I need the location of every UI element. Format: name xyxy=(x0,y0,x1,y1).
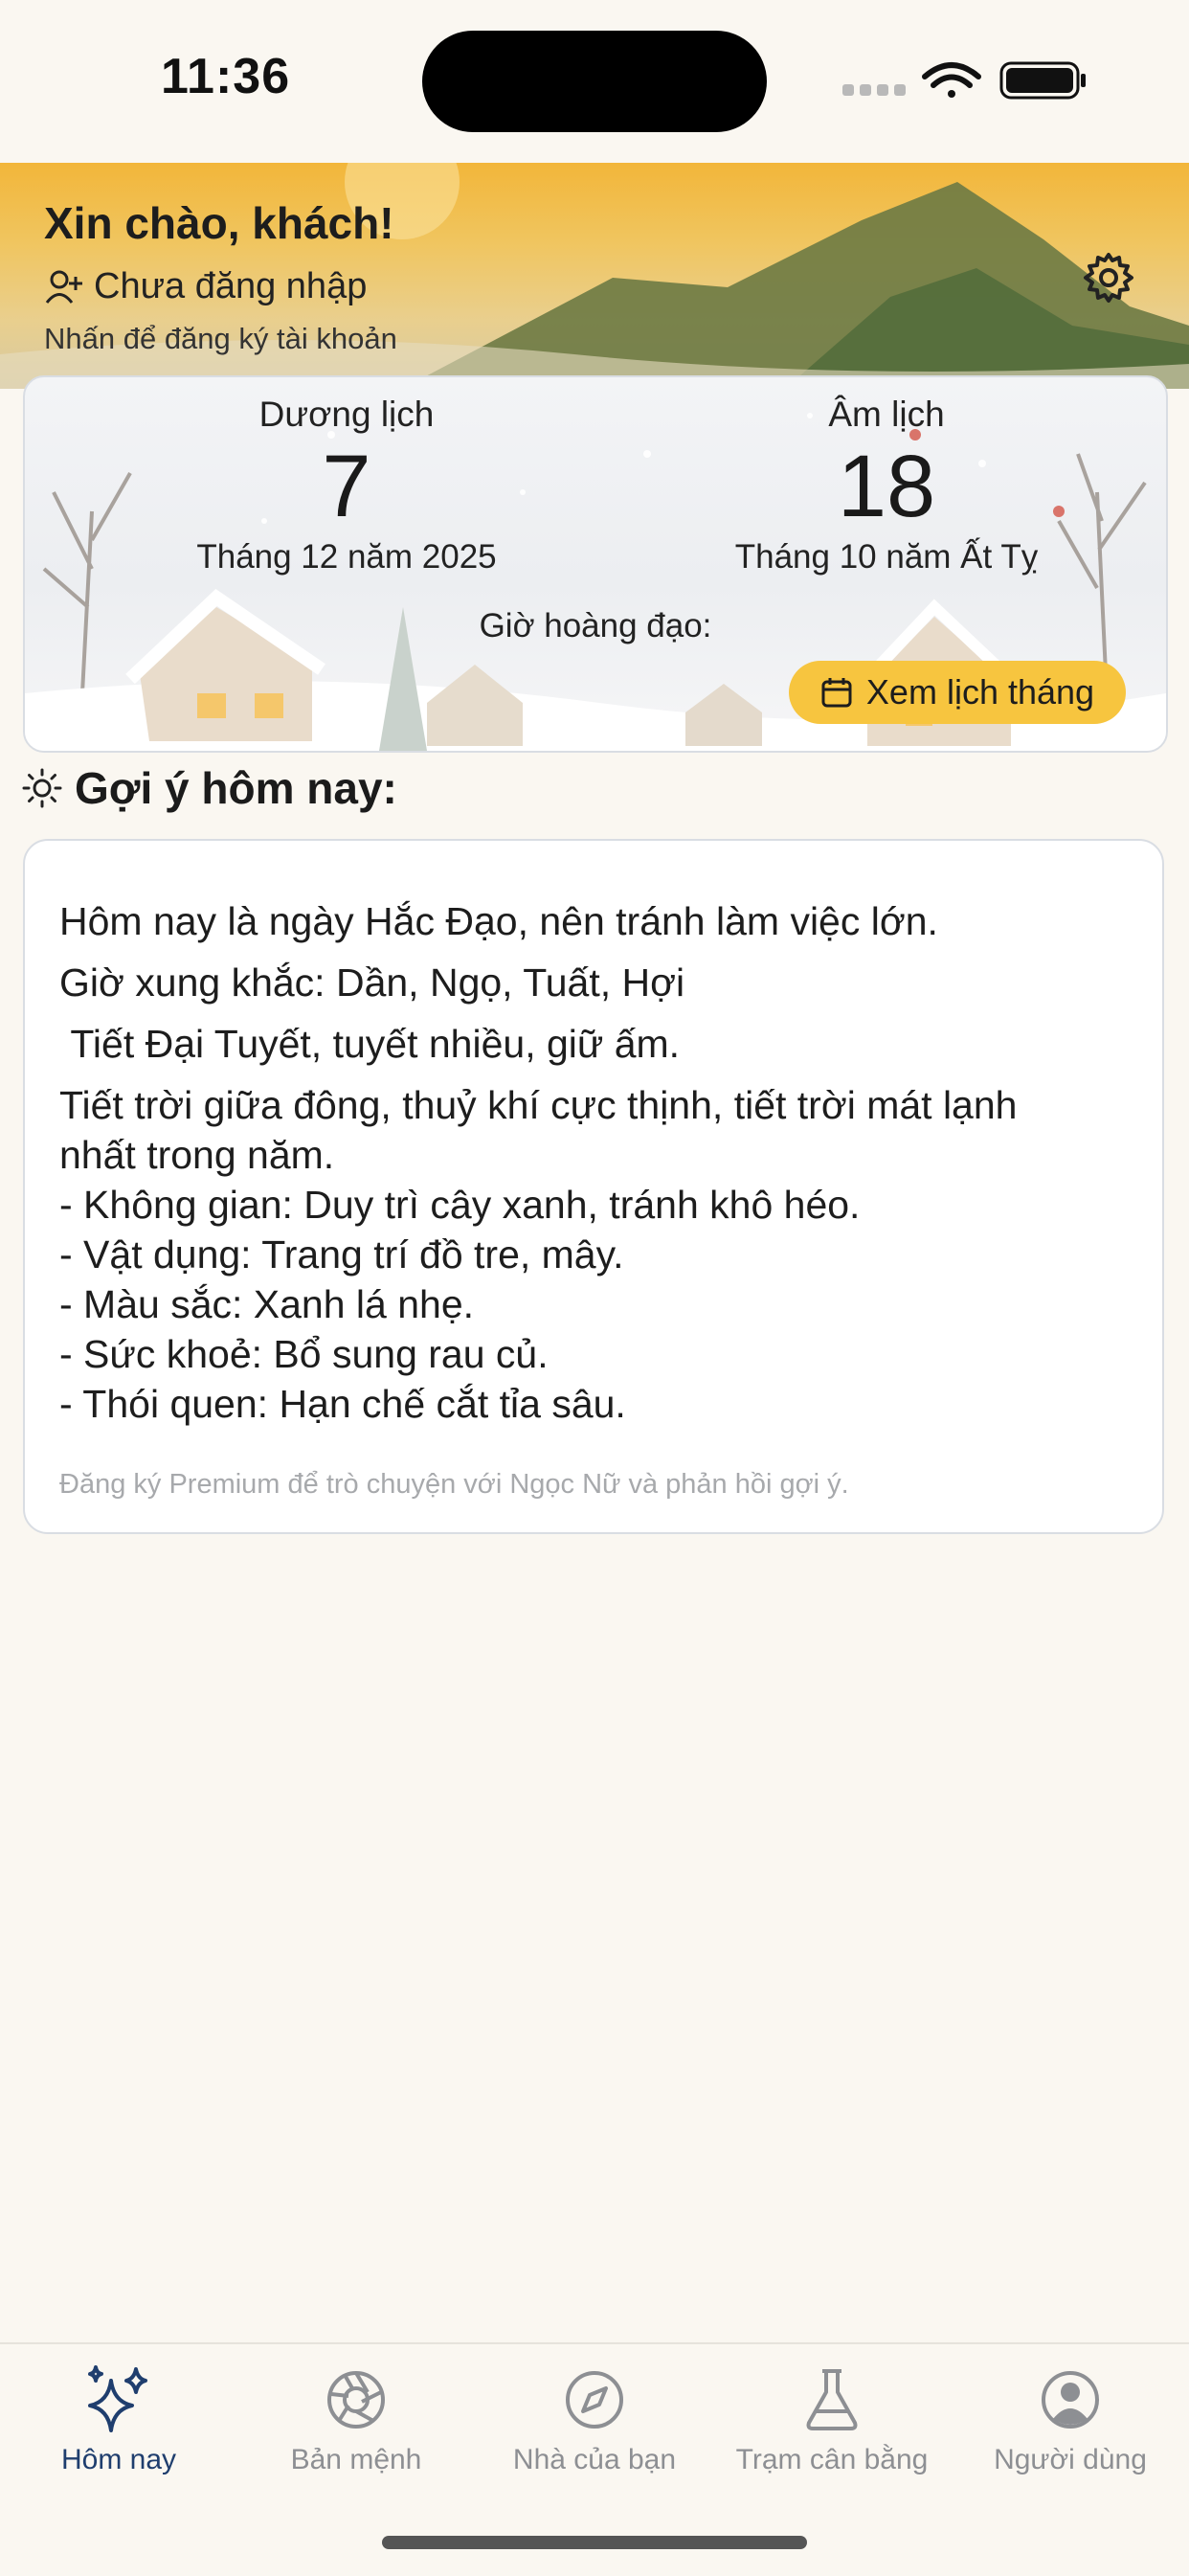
suggestion-line: nhất trong năm. xyxy=(59,1133,335,1177)
login-hint[interactable]: Nhấn để đăng ký tài khoản xyxy=(44,322,397,356)
calendar-icon xyxy=(821,678,852,708)
sun-icon xyxy=(22,768,62,808)
lunar-label: Âm lịch xyxy=(828,395,945,434)
profile-header[interactable]: Xin chào, khách! Chưa đăng nhập Nhấn để … xyxy=(0,163,1189,389)
battery-icon xyxy=(999,61,1086,100)
wifi-icon xyxy=(922,62,981,98)
status-time: 11:36 xyxy=(161,49,291,104)
tab-tram-can-bang[interactable]: Trạm cân bằng xyxy=(713,2363,951,2476)
home-indicator[interactable] xyxy=(382,2536,807,2549)
login-status[interactable]: Chưa đăng nhập xyxy=(44,266,367,307)
dynamic-island xyxy=(422,31,767,132)
suggestion-line: - Thói quen: Hạn chế cắt tỉa sâu. xyxy=(59,1382,626,1426)
suggestion-line: - Sức khoẻ: Bổ sung rau củ. xyxy=(59,1332,549,1376)
solar-month-year: Tháng 12 năm 2025 xyxy=(196,538,497,576)
greeting-text: Xin chào, khách! xyxy=(44,198,394,248)
suggestion-line: Giờ xung khắc: Dần, Ngọ, Tuất, Hợi xyxy=(59,960,685,1005)
user-circle-icon xyxy=(1042,2371,1099,2429)
compass-icon xyxy=(566,2371,623,2429)
solar-day: 7 xyxy=(322,438,371,535)
auspicious-hours-label: Giờ hoàng đạo: xyxy=(479,607,712,644)
calendar-card[interactable]: Dương lịch 7 Tháng 12 năm 2025 Âm lịch 1… xyxy=(23,375,1168,753)
suggestion-line: Tiết trời giữa đông, thuỷ khí cực thịnh,… xyxy=(59,1083,1018,1127)
view-month-button[interactable]: Xem lịch tháng xyxy=(789,661,1126,724)
suggestion-line: Hôm nay là ngày Hắc Đạo, nên tránh làm v… xyxy=(59,899,938,943)
lunar-day: 18 xyxy=(837,438,936,535)
status-icons xyxy=(842,56,1091,102)
aperture-icon xyxy=(327,2371,385,2429)
tab-label: Trạm cân bằng xyxy=(735,2444,929,2475)
tab-label: Nhà của bạn xyxy=(512,2444,677,2475)
premium-note[interactable]: Đăng ký Premium để trò chuyện với Ngọc N… xyxy=(59,1469,849,1501)
tab-label: Bản mệnh xyxy=(290,2444,422,2475)
suggestions-card: Hôm nay là ngày Hắc Đạo, nên tránh làm v… xyxy=(23,839,1164,1534)
login-status-label: Chưa đăng nhập xyxy=(94,266,368,306)
solar-date: Dương lịch 7 Tháng 12 năm 2025 xyxy=(146,395,548,576)
signal-icon xyxy=(842,84,906,96)
flask-icon xyxy=(806,2369,858,2430)
tab-hom-nay[interactable]: Hôm nay xyxy=(0,2363,237,2476)
gear-icon[interactable] xyxy=(1082,251,1135,305)
solar-label: Dương lịch xyxy=(258,395,435,434)
suggestion-line: - Vật dụng: Trang trí đồ tre, mây. xyxy=(59,1232,624,1277)
suggestion-line: - Màu sắc: Xanh lá nhẹ. xyxy=(59,1282,475,1326)
tab-label: Người dùng xyxy=(994,2444,1147,2475)
lunar-month-year: Tháng 10 năm Ất Tỵ xyxy=(734,538,1039,576)
suggestion-line: - Không gian: Duy trì cây xanh, tránh kh… xyxy=(59,1183,861,1227)
lunar-date: Âm lịch 18 Tháng 10 năm Ất Tỵ xyxy=(685,395,1088,576)
tab-nguoi-dung[interactable]: Người dùng xyxy=(952,2363,1189,2476)
view-month-label: Xem lịch tháng xyxy=(865,672,1095,712)
tab-label: Hôm nay xyxy=(60,2444,177,2475)
tab-nha-cua-ban[interactable]: Nhà của bạn xyxy=(476,2363,713,2476)
add-user-icon xyxy=(45,270,82,304)
sparkles-icon xyxy=(88,2365,147,2432)
suggestions-title: Gợi ý hôm nay: xyxy=(21,762,397,814)
status-bar: 11:36 xyxy=(0,0,1189,163)
suggestion-line: Tiết Đại Tuyết, tuyết nhiều, giữ ấm. xyxy=(59,1022,681,1066)
tab-ban-menh[interactable]: Bản mệnh xyxy=(237,2363,475,2476)
suggestions-title-text: Gợi ý hôm nay: xyxy=(75,763,397,813)
